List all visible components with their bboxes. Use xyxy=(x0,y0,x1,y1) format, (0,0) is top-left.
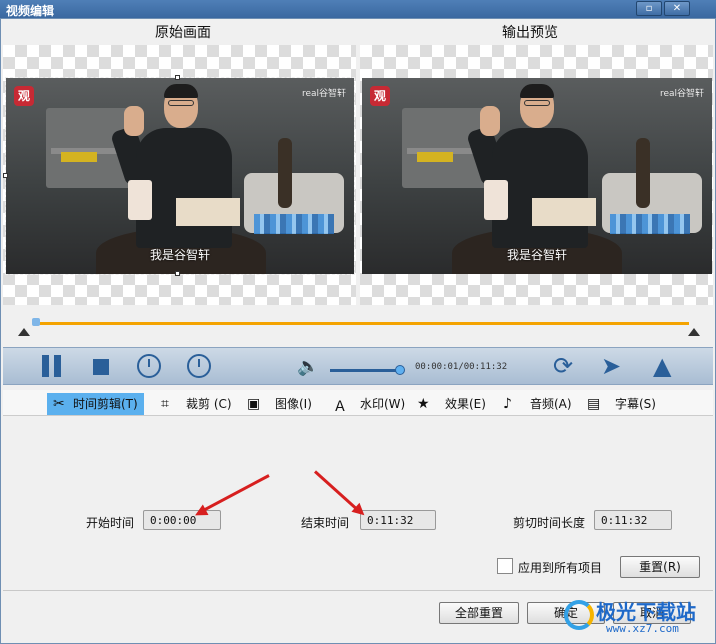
trim-panel: 开始时间 0:00:00 结束时间 0:11:32 剪切时间长度 0:11:32… xyxy=(3,416,713,588)
playhead[interactable] xyxy=(32,318,40,326)
music-note-icon: ♪ xyxy=(503,396,512,412)
tab-effect[interactable]: 效果(E) xyxy=(445,393,486,415)
rotate-icon[interactable]: ⟳ xyxy=(553,352,573,380)
output-video-frame: 观 real谷智轩 我是谷智轩 xyxy=(362,78,712,274)
annotation-arrow-start xyxy=(199,474,270,514)
end-time-input[interactable]: 0:11:32 xyxy=(360,510,436,530)
stop-button[interactable] xyxy=(93,359,109,375)
window-titlebar: 视频编辑 ▫ ✕ xyxy=(0,0,716,18)
crop-handle-top[interactable] xyxy=(175,75,180,80)
trim-length-input: 0:11:32 xyxy=(594,510,672,530)
volume-knob[interactable] xyxy=(395,365,405,375)
start-time-input[interactable]: 0:00:00 xyxy=(143,510,221,530)
set-end-time-button[interactable] xyxy=(187,354,211,378)
video-glitch-overlay xyxy=(254,214,334,234)
volume-slider[interactable] xyxy=(330,369,400,372)
video-hair xyxy=(164,84,198,98)
brand-name: 极光下载站 xyxy=(596,600,696,624)
trim-length-label: 剪切时间长度 xyxy=(513,516,586,530)
video-books xyxy=(61,152,97,162)
channel-logo: 观 xyxy=(14,86,34,106)
footer-separator xyxy=(3,590,713,591)
tab-audio[interactable]: 音频(A) xyxy=(530,393,572,415)
edit-tabs: ✂ 时间剪辑(T) ⌗ 裁剪 (C) ▣ 图像(I) Ａ 水印(W) ★ 效果(… xyxy=(3,390,713,416)
restore-button[interactable]: ▫ xyxy=(636,1,662,16)
restore-icon: ▫ xyxy=(645,3,653,14)
tab-image[interactable]: 图像(I) xyxy=(275,393,312,415)
tab-watermark[interactable]: 水印(W) xyxy=(360,393,405,415)
set-start-time-button[interactable] xyxy=(137,354,161,378)
image-icon: ▣ xyxy=(247,396,261,412)
scissors-icon: ✂ xyxy=(53,396,65,412)
end-time-label: 结束时间 xyxy=(301,516,350,530)
tab-crop[interactable]: 裁剪 (C) xyxy=(186,393,232,415)
video-books xyxy=(417,152,453,162)
video-cup xyxy=(128,180,152,220)
crop-handle-left[interactable] xyxy=(3,173,8,178)
trim-start-marker[interactable] xyxy=(18,328,30,336)
video-subtitle: 我是谷智轩 xyxy=(149,248,210,262)
volume-icon[interactable]: 🔈 xyxy=(297,356,319,377)
tab-trim-label: 时间剪辑(T) xyxy=(73,397,138,411)
text-watermark-icon: Ａ xyxy=(333,399,347,415)
video-boxes xyxy=(532,198,596,226)
crop-handle-bottom[interactable] xyxy=(175,271,180,276)
site-watermark: 极光下载站 www.xz7.com xyxy=(560,594,712,640)
star-icon: ★ xyxy=(417,396,430,412)
tab-trim[interactable]: ✂ 时间剪辑(T) xyxy=(47,393,144,415)
pause-button[interactable] xyxy=(39,348,69,384)
video-glitch-overlay xyxy=(610,214,690,234)
output-preview-label: 输出预览 xyxy=(502,25,558,41)
crop-icon: ⌗ xyxy=(161,396,169,412)
flip-vertical-icon[interactable]: ▲ xyxy=(653,352,671,380)
player-controls: 🔈 00:00:01/00:11:32 ⟳ ➤ ▲ xyxy=(3,347,713,385)
start-time-label: 开始时间 xyxy=(86,516,135,530)
subtitle-icon: ▤ xyxy=(587,396,601,412)
video-watermark: real谷智轩 xyxy=(301,89,346,99)
video-boxes xyxy=(176,198,240,226)
original-video-frame[interactable]: 观 real谷智轩 我是谷智轩 xyxy=(5,77,355,275)
original-preview-label: 原始画面 xyxy=(155,25,211,41)
video-watermark: real谷智轩 xyxy=(659,89,704,99)
video-cup xyxy=(484,180,508,220)
window-title: 视频编辑 xyxy=(6,4,55,18)
trim-end-marker[interactable] xyxy=(688,328,700,336)
video-hair xyxy=(520,84,554,98)
video-guitar xyxy=(636,138,650,208)
brand-url: www.xz7.com xyxy=(606,622,679,635)
preview-divider xyxy=(356,45,360,305)
playback-timecode: 00:00:01/00:11:32 xyxy=(415,362,508,372)
reset-button[interactable]: 重置(R) xyxy=(620,556,700,578)
video-glasses xyxy=(168,100,194,106)
flip-horizontal-icon[interactable]: ➤ xyxy=(601,352,621,380)
brand-logo-icon xyxy=(564,600,594,630)
video-hand xyxy=(124,106,144,136)
video-subtitle: 我是谷智轩 xyxy=(506,248,567,262)
video-glasses xyxy=(524,100,550,106)
annotation-arrow-end xyxy=(313,470,361,513)
close-button[interactable]: ✕ xyxy=(664,1,690,16)
close-icon: ✕ xyxy=(672,3,682,14)
pause-icon-bar xyxy=(54,355,61,377)
apply-all-checkbox[interactable] xyxy=(497,558,513,574)
video-guitar xyxy=(278,138,292,208)
video-hand xyxy=(480,106,500,136)
tab-subtitle[interactable]: 字幕(S) xyxy=(615,393,656,415)
reset-all-button[interactable]: 全部重置 xyxy=(439,602,519,624)
pause-icon xyxy=(42,355,49,377)
channel-logo: 观 xyxy=(370,86,390,106)
apply-all-label: 应用到所有项目 xyxy=(518,561,603,575)
timeline-track xyxy=(34,322,689,325)
trim-timeline[interactable] xyxy=(18,318,700,340)
